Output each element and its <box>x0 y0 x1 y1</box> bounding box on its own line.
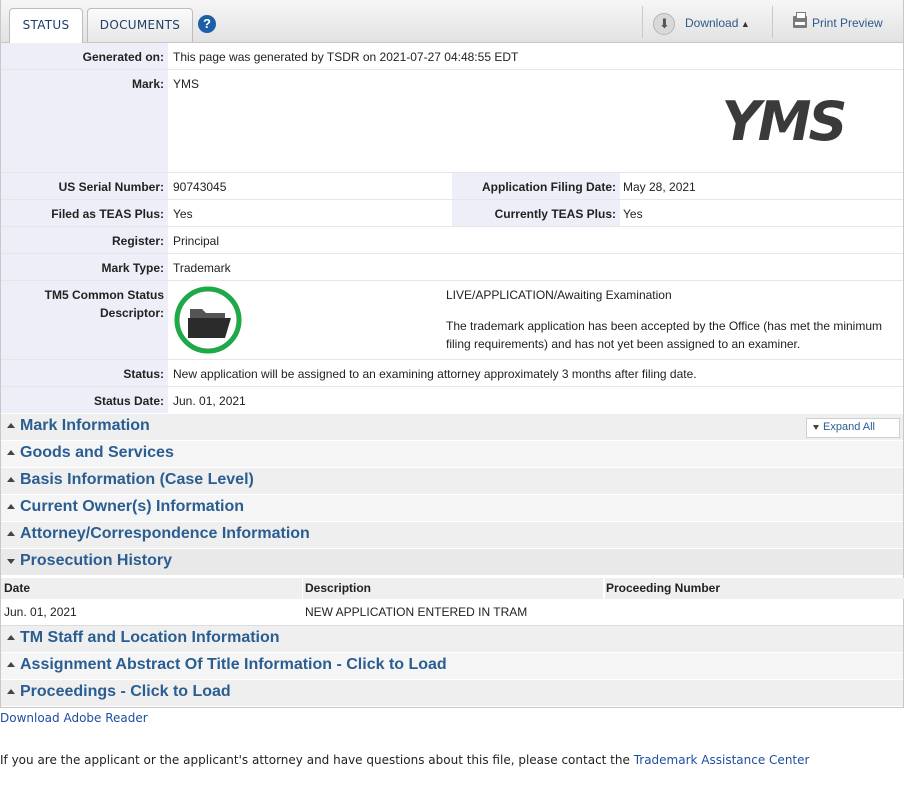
column-header-description: Description <box>304 578 603 599</box>
download-button[interactable]: Download ▲ <box>685 16 750 30</box>
register-value: Principal <box>173 234 220 248</box>
footer-contact: If you are the applicant or the applican… <box>0 753 809 767</box>
generated-on-label: Generated on: <box>82 50 164 64</box>
toolbar-divider <box>772 6 773 38</box>
toolbar-divider <box>642 6 643 38</box>
mark-image-text: YMS <box>722 92 845 148</box>
tab-documents[interactable]: DOCUMENTS <box>87 8 193 42</box>
current-teas-value: Yes <box>623 207 643 221</box>
table-cell-description: NEW APPLICATION ENTERED IN TRAM <box>305 605 528 619</box>
section-title: Assignment Abstract Of Title Information… <box>20 656 447 673</box>
download-label: Download <box>685 16 739 30</box>
collapse-arrow-icon <box>7 423 15 428</box>
row-status: Status: New application will be assigned… <box>1 360 903 387</box>
register-label: Register: <box>111 234 164 248</box>
collapse-arrow-icon <box>7 635 15 640</box>
row-status-date: Status Date: Jun. 01, 2021 <box>1 387 903 413</box>
row-teas: Filed as TEAS Plus: Yes Currently TEAS P… <box>1 200 903 227</box>
status-label: Status: <box>123 367 164 381</box>
section-title: Basis Information (Case Level) <box>20 471 254 488</box>
section-tm-staff-location[interactable]: TM Staff and Location Information <box>1 625 903 652</box>
section-title: Prosecution History <box>20 552 173 569</box>
caret-up-icon: ▲ <box>738 19 750 29</box>
expand-arrow-icon <box>7 559 15 564</box>
section-title: Current Owner(s) Information <box>20 498 245 515</box>
column-header-proceeding-number: Proceeding Number <box>605 578 904 599</box>
download-icon[interactable]: ⬇ <box>653 13 675 35</box>
print-preview-button[interactable]: Print Preview <box>812 16 883 30</box>
section-title: Proceedings - Click to Load <box>20 683 231 700</box>
section-goods-and-services[interactable]: Goods and Services <box>1 440 903 467</box>
status-date-value: Jun. 01, 2021 <box>173 394 246 408</box>
filing-date-label: Application Filing Date: <box>482 180 616 194</box>
status-value: New application will be assigned to an e… <box>173 367 697 381</box>
table-cell-date: Jun. 01, 2021 <box>4 605 77 619</box>
tab-status[interactable]: STATUS <box>9 8 83 43</box>
collapse-arrow-icon <box>7 689 15 694</box>
tm5-label-line2: Descriptor: <box>99 306 164 320</box>
column-divider <box>603 578 604 599</box>
printer-icon[interactable] <box>793 12 807 28</box>
serial-label: US Serial Number: <box>58 180 164 194</box>
mark-image: YMS <box>722 92 848 148</box>
section-title: Mark Information <box>20 417 150 434</box>
section-mark-information[interactable]: Mark Information <box>1 413 903 440</box>
generated-on-value: This page was generated by TSDR on 2021-… <box>173 50 519 64</box>
collapse-arrow-icon <box>7 477 15 482</box>
footer-adobe: Download Adobe Reader <box>0 711 148 725</box>
section-basis-information[interactable]: Basis Information (Case Level) <box>1 467 903 494</box>
filing-date-value: May 28, 2021 <box>623 180 696 194</box>
section-title: Goods and Services <box>20 444 174 461</box>
section-assignment-abstract[interactable]: Assignment Abstract Of Title Information… <box>1 652 903 679</box>
row-tm5: TM5 Common Status Descriptor: LIVE/APPLI… <box>1 281 903 360</box>
section-current-owner[interactable]: Current Owner(s) Information <box>1 494 903 521</box>
status-date-label: Status Date: <box>93 394 164 408</box>
expand-all-label: Expand All <box>823 421 875 433</box>
folder-status-icon <box>174 286 242 354</box>
section-title: TM Staff and Location Information <box>20 629 280 646</box>
column-header-date: Date <box>1 578 304 599</box>
row-register: Register: Principal <box>1 227 903 254</box>
contact-text: If you are the applicant or the applican… <box>0 753 634 767</box>
section-proceedings[interactable]: Proceedings - Click to Load <box>1 679 903 706</box>
tsdr-panel: STATUS DOCUMENTS ? ⬇ Download ▲ Print Pr… <box>0 0 904 708</box>
tm5-status: LIVE/APPLICATION/Awaiting Examination <box>446 288 672 302</box>
expand-all-button[interactable]: Expand All <box>806 418 900 438</box>
help-icon[interactable]: ? <box>198 15 216 33</box>
tm5-description: The trademark application has been accep… <box>446 319 883 351</box>
section-title: Attorney/Correspondence Information <box>20 525 310 542</box>
teas-plus-value: Yes <box>173 207 193 221</box>
collapse-arrow-icon <box>7 662 15 667</box>
expand-arrow-icon <box>813 425 819 430</box>
collapse-arrow-icon <box>7 450 15 455</box>
current-teas-label: Currently TEAS Plus: <box>494 207 616 221</box>
download-adobe-reader-link[interactable]: Download Adobe Reader <box>0 711 148 725</box>
mark-type-label: Mark Type: <box>101 261 164 275</box>
collapse-arrow-icon <box>7 531 15 536</box>
row-generated-on: Generated on: This page was generated by… <box>1 43 903 70</box>
section-attorney-correspondence[interactable]: Attorney/Correspondence Information <box>1 521 903 548</box>
trademark-assistance-center-link[interactable]: Trademark Assistance Center <box>634 753 810 767</box>
teas-plus-label: Filed as TEAS Plus: <box>51 207 164 221</box>
tab-bar: STATUS DOCUMENTS ? ⬇ Download ▲ Print Pr… <box>1 0 903 43</box>
row-serial: US Serial Number: 90743045 Application F… <box>1 173 903 200</box>
row-mark-type: Mark Type: Trademark <box>1 254 903 281</box>
mark-label: Mark: <box>131 77 164 91</box>
collapse-arrow-icon <box>7 504 15 509</box>
section-prosecution-history[interactable]: Prosecution History <box>1 548 903 575</box>
serial-value: 90743045 <box>173 180 227 194</box>
mark-type-value: Trademark <box>173 261 231 275</box>
tm5-label-line1: TM5 Common Status <box>44 288 164 302</box>
column-divider <box>302 578 303 599</box>
mark-value: YMS <box>173 77 200 91</box>
